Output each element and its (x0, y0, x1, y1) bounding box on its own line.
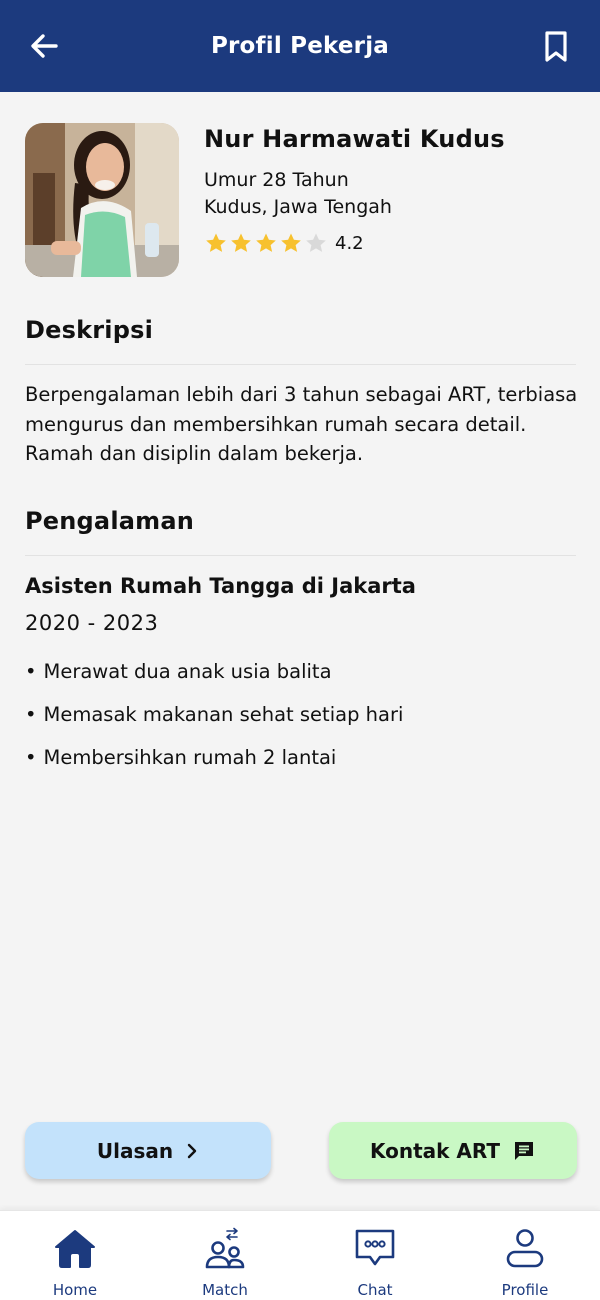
chat-icon (355, 1229, 395, 1266)
worker-location: Kudus, Jawa Tengah (204, 196, 392, 218)
nav-match-label: Match (202, 1281, 248, 1299)
divider (25, 555, 576, 556)
profile-photo (25, 123, 179, 277)
nav-match[interactable]: Match (150, 1211, 300, 1300)
reviews-button-label: Ulasan (96, 1138, 174, 1163)
rating-value: 4.2 (335, 232, 364, 254)
worker-name: Nur Harmawati Kudus (204, 125, 505, 153)
star-icon (281, 233, 301, 252)
chevron-right-icon (187, 1143, 197, 1158)
job-title: Asisten Rumah Tangga di Jakarta (25, 574, 416, 598)
list-item: Membersihkan rumah 2 lantai (25, 744, 403, 787)
nav-home-label: Home (52, 1281, 98, 1299)
contact-button-label: Kontak ART (369, 1138, 501, 1163)
star-icon (231, 233, 251, 252)
reviews-button[interactable]: Ulasan (25, 1122, 271, 1179)
star-icon (306, 233, 326, 252)
home-icon (55, 1230, 95, 1268)
profile-icon (506, 1229, 544, 1268)
nav-home[interactable]: Home (0, 1211, 150, 1300)
experience-heading: Pengalaman (25, 507, 195, 535)
message-icon (515, 1141, 534, 1160)
app-bar: Profil Pekerja (0, 0, 600, 92)
list-item: Merawat dua anak usia balita (25, 658, 403, 701)
bookmark-icon[interactable] (538, 28, 574, 64)
back-arrow-icon[interactable] (26, 28, 62, 64)
star-icon (206, 233, 226, 252)
job-period: 2020 - 2023 (25, 611, 159, 635)
profile-card: Nur Harmawati Kudus Umur 28 Tahun Kudus,… (25, 123, 577, 278)
match-icon (205, 1227, 245, 1269)
divider (25, 364, 576, 365)
nav-chat[interactable]: Chat (300, 1211, 450, 1300)
bottom-navigation: Home Match Chat Profile (0, 1210, 600, 1300)
rating: 4.2 (204, 231, 505, 255)
description-text: Berpengalaman lebih dari 3 tahun sebagai… (25, 383, 578, 465)
list-item: Memasak makanan sehat setiap hari (25, 701, 404, 744)
nav-profile-label: Profile (501, 1281, 549, 1299)
worker-age: Umur 28 Tahun (204, 169, 349, 191)
nav-chat-label: Chat (357, 1281, 393, 1299)
page-title: Profil Pekerja (210, 33, 390, 59)
contact-button[interactable]: Kontak ART (329, 1122, 577, 1179)
experience-list: Merawat dua anak usia balita Memasak mak… (25, 658, 404, 787)
description-heading: Deskripsi (25, 316, 153, 344)
star-icon (256, 233, 276, 252)
nav-profile[interactable]: Profile (450, 1211, 600, 1300)
